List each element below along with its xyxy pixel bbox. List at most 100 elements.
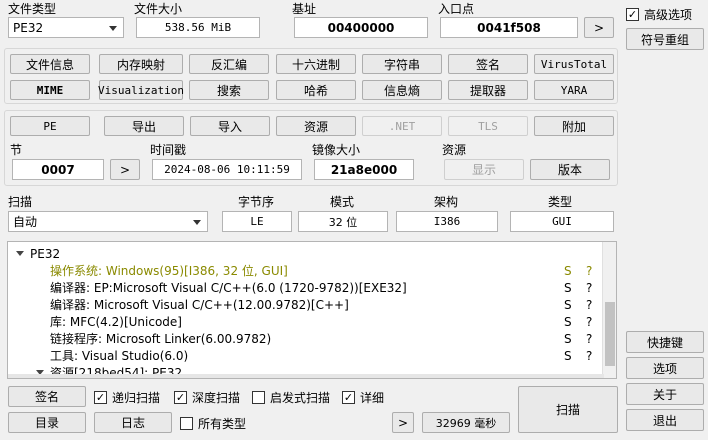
chevron-down-icon	[193, 219, 201, 225]
tree-row-info-marker[interactable]: ?	[586, 264, 592, 278]
checkmark-icon: ✓	[626, 8, 639, 21]
log-button[interactable]: 日志	[94, 412, 172, 433]
heuristic-scan-checkbox[interactable]: 启发式扫描	[252, 389, 330, 406]
entry-point-label: 入口点	[438, 2, 475, 16]
vertical-scrollbar[interactable]	[602, 242, 616, 378]
file-type-select[interactable]: PE32	[8, 17, 124, 38]
timestamp-field[interactable]: 2024-08-06 10:11:59	[152, 159, 302, 180]
endian-field[interactable]: LE	[222, 211, 292, 232]
image-size-field[interactable]: 21a8e000	[314, 159, 414, 180]
search-button[interactable]: 搜索	[189, 80, 269, 100]
memory-map-button[interactable]: 内存映射	[99, 54, 183, 74]
tree-row-info-marker[interactable]: ?	[586, 349, 592, 363]
tree-row-s-marker[interactable]: S	[564, 349, 572, 363]
next-button[interactable]: >	[392, 412, 414, 433]
dotnet-button[interactable]: .NET	[362, 116, 442, 136]
extractor-button[interactable]: 提取器	[448, 80, 528, 100]
visualization-button[interactable]: Visualization	[98, 80, 184, 100]
tree-row-info-marker[interactable]: ?	[586, 281, 592, 295]
triangle-down-icon[interactable]	[16, 251, 24, 256]
directory-button[interactable]: 目录	[8, 412, 86, 433]
endian-label: 字节序	[238, 195, 275, 209]
regroup-button[interactable]: 符号重组	[626, 28, 704, 50]
disassembly-button[interactable]: 反汇编	[189, 54, 269, 74]
tree-row[interactable]: PE32	[8, 245, 608, 262]
pe-button[interactable]: PE	[10, 116, 90, 136]
mime-button[interactable]: MIME	[10, 80, 90, 100]
about-button[interactable]: 关于	[626, 383, 704, 405]
tree-row-s-marker[interactable]: S	[564, 332, 572, 346]
advanced-options-label: 高级选项	[644, 8, 693, 22]
mode-field[interactable]: 32 位	[298, 211, 388, 232]
imports-button[interactable]: 导入	[190, 116, 270, 136]
tree-row-s-marker[interactable]: S	[564, 264, 572, 278]
signature-button[interactable]: 签名	[8, 386, 86, 407]
results-tree[interactable]: PE32 操作系统: Windows(95)[I386, 32 位, GUI] S?…	[7, 241, 617, 379]
tree-row[interactable]: 工具: Visual Studio(6.0) S?	[8, 347, 608, 364]
deep-scan-checkbox[interactable]: ✓ 深度扫描	[174, 389, 240, 406]
shortcuts-button[interactable]: 快捷键	[626, 331, 704, 353]
checkmark-icon: ✓	[94, 391, 107, 404]
tree-row-text: 链接程序: Microsoft Linker(6.00.9782)	[50, 332, 272, 346]
advanced-options-checkbox[interactable]: ✓ 高级选项	[626, 6, 692, 23]
base-address-field[interactable]: 00400000	[294, 17, 428, 38]
scan-button[interactable]: 扫描	[518, 386, 618, 433]
file-size-field[interactable]: 538.56 MiB	[136, 17, 260, 38]
overlay-button[interactable]: 附加	[534, 116, 614, 136]
tree-row-s-marker[interactable]: S	[564, 281, 572, 295]
tree-row[interactable]: 操作系统: Windows(95)[I386, 32 位, GUI] S?	[8, 262, 608, 279]
yara-button[interactable]: YARA	[534, 80, 614, 100]
scan-label: 扫描	[8, 195, 33, 209]
exports-button[interactable]: 导出	[104, 116, 184, 136]
checkmark-icon: ✓	[342, 391, 355, 404]
tree-row[interactable]: 编译器: Microsoft Visual C/C++(12.00.9782)[…	[8, 296, 608, 313]
signatures-button[interactable]: 签名	[448, 54, 528, 74]
scan-mode-select[interactable]: 自动	[8, 211, 208, 232]
recursive-scan-label: 递归扫描	[112, 391, 161, 405]
type-field[interactable]: GUI	[510, 211, 614, 232]
section-label: 节	[10, 143, 23, 157]
recursive-scan-checkbox[interactable]: ✓ 递归扫描	[94, 389, 160, 406]
resource-version-button[interactable]: 版本	[530, 159, 610, 180]
options-button[interactable]: 选项	[626, 357, 704, 379]
all-types-checkbox[interactable]: 所有类型	[180, 415, 246, 432]
tree-row-s-marker[interactable]: S	[564, 315, 572, 329]
tree-row-text: 库: MFC(4.2)[Unicode]	[50, 315, 182, 329]
section-count-field[interactable]: 0007	[12, 159, 104, 180]
tree-row[interactable]: 库: MFC(4.2)[Unicode] S?	[8, 313, 608, 330]
tree-row[interactable]: 编译器: EP:Microsoft Visual C/C++(6.0 (1720…	[8, 279, 608, 296]
section-next-button[interactable]: >	[110, 159, 140, 180]
tree-row-info-marker[interactable]: ?	[586, 315, 592, 329]
hex-button[interactable]: 十六进制	[276, 54, 356, 74]
tree-row-info-marker[interactable]: ?	[586, 332, 592, 346]
checkmark-icon: ✓	[174, 391, 187, 404]
entropy-button[interactable]: 信息熵	[362, 80, 442, 100]
heuristic-scan-label: 启发式扫描	[270, 391, 331, 405]
arch-field[interactable]: I386	[396, 211, 498, 232]
mode-label: 模式	[330, 195, 355, 209]
file-info-button[interactable]: 文件信息	[10, 54, 90, 74]
horizontal-scrollbar[interactable]	[8, 374, 604, 378]
resource-show-button[interactable]: 显示	[444, 159, 524, 180]
scrollbar-thumb[interactable]	[605, 302, 615, 366]
base-address-label: 基址	[292, 2, 317, 16]
tree-row-info-marker[interactable]: ?	[586, 298, 592, 312]
tree-row-s-marker[interactable]: S	[564, 298, 572, 312]
image-size-label: 镜像大小	[312, 143, 361, 157]
hash-button[interactable]: 哈希	[276, 80, 356, 100]
virustotal-button[interactable]: VirusTotal	[534, 54, 614, 74]
file-type-label: 文件类型	[8, 2, 57, 16]
resources-button[interactable]: 资源	[276, 116, 356, 136]
type-label: 类型	[548, 195, 573, 209]
tls-button[interactable]: TLS	[448, 116, 528, 136]
verbose-checkbox[interactable]: ✓ 详细	[342, 389, 384, 406]
exit-button[interactable]: 退出	[626, 409, 704, 431]
scan-mode-value: 自动	[13, 215, 38, 229]
file-size-label: 文件大小	[134, 2, 183, 16]
strings-button[interactable]: 字符串	[362, 54, 442, 74]
arch-label: 架构	[434, 195, 459, 209]
entry-point-next-button[interactable]: >	[584, 17, 614, 38]
entry-point-field[interactable]: 0041f508	[440, 17, 578, 38]
tree-row[interactable]: 链接程序: Microsoft Linker(6.00.9782) S?	[8, 330, 608, 347]
tree-row-text: 编译器: EP:Microsoft Visual C/C++(6.0 (1720…	[50, 281, 407, 295]
